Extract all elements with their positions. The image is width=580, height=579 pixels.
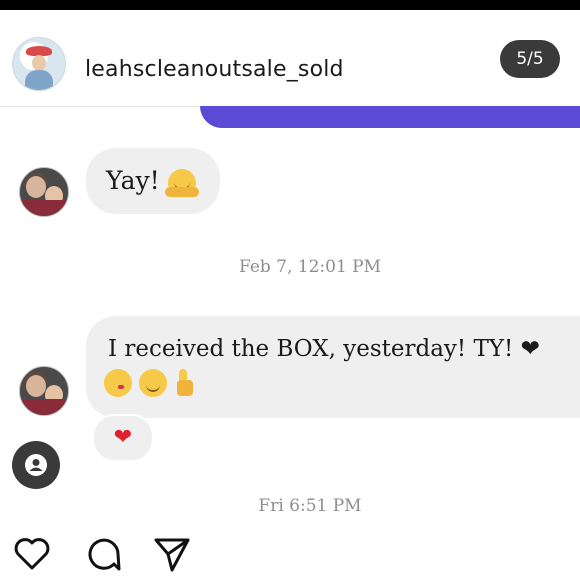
sent-message-bubble bbox=[200, 106, 580, 128]
account-avatar[interactable] bbox=[12, 37, 66, 91]
comment-icon[interactable] bbox=[84, 534, 124, 574]
message-text: I received the BOX, yesterday! TY! ❤ bbox=[108, 336, 540, 362]
status-bar bbox=[0, 0, 580, 10]
hugging-face-icon bbox=[164, 168, 199, 197]
heart-reaction[interactable]: ❤ bbox=[92, 414, 154, 462]
thumbs-up-icon bbox=[175, 369, 195, 397]
account-name[interactable]: leahscleanoutsale_sold bbox=[85, 57, 344, 82]
post-actions-bar bbox=[0, 518, 580, 579]
sender-avatar[interactable] bbox=[19, 366, 69, 416]
kissing-face-icon bbox=[104, 369, 132, 397]
like-heart-icon[interactable] bbox=[12, 534, 52, 574]
message-bubble: Yay! bbox=[86, 148, 220, 214]
smiling-face-icon bbox=[139, 369, 168, 397]
message-timestamp: Feb 7, 12:01 PM bbox=[238, 257, 382, 277]
sender-avatar[interactable] bbox=[19, 167, 69, 217]
message-timestamp: Fri 6:51 PM bbox=[258, 496, 362, 516]
image-page-counter: 5/5 bbox=[500, 40, 560, 78]
message-text: Yay! bbox=[106, 166, 160, 195]
share-icon[interactable] bbox=[152, 534, 192, 574]
message-bubble: I received the BOX, yesterday! TY! ❤ bbox=[86, 316, 580, 418]
post-header: leahscleanoutsale_sold 5/5 bbox=[0, 10, 580, 107]
user-icon[interactable] bbox=[12, 441, 60, 489]
